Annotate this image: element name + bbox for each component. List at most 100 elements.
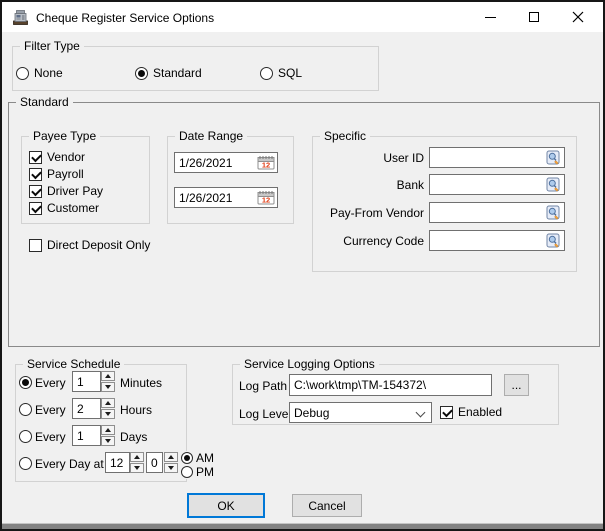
days-value: 1 <box>77 429 84 443</box>
dialog-window: Cheque Register Service Options Filter T… <box>0 0 605 531</box>
standard-radio[interactable] <box>135 67 148 80</box>
svg-text:12: 12 <box>261 161 269 170</box>
browse-button-label: ... <box>511 378 521 392</box>
vendor-checkbox-row[interactable]: Vendor <box>29 150 85 164</box>
every-minutes-radio[interactable] <box>19 376 32 389</box>
log-path-value: C:\work\tmp\TM-154372\ <box>294 378 426 392</box>
hour-value-field[interactable]: 12 <box>105 452 130 473</box>
payroll-checkbox-row[interactable]: Payroll <box>29 167 84 181</box>
hours-spin-down-button[interactable] <box>101 409 115 419</box>
vendor-checkbox[interactable] <box>29 151 42 164</box>
enabled-checkbox[interactable] <box>440 406 453 419</box>
date-to-calendar-button[interactable]: 12 <box>256 190 275 206</box>
sql-radio[interactable] <box>260 67 273 80</box>
days-spin-down-button[interactable] <box>101 436 115 446</box>
every-day-at-prefix: Every Day at <box>35 457 104 471</box>
ok-button[interactable]: OK <box>187 493 265 518</box>
payroll-checkbox-label: Payroll <box>47 167 84 181</box>
log-path-field[interactable]: C:\work\tmp\TM-154372\ <box>289 374 492 396</box>
every-days-radio[interactable] <box>19 430 32 443</box>
hour-spin-down-button[interactable] <box>130 463 144 473</box>
date-from-field[interactable]: 1/26/2021 12 <box>174 152 278 173</box>
none-radio[interactable] <box>16 67 29 80</box>
user-id-label: User ID <box>302 151 424 165</box>
driver-pay-checkbox-row[interactable]: Driver Pay <box>29 184 103 198</box>
log-path-label: Log Path <box>239 379 287 393</box>
pay-from-vendor-field[interactable] <box>429 202 565 223</box>
payee-type-label: Payee Type <box>29 129 100 144</box>
currency-code-lookup-button[interactable] <box>543 233 562 249</box>
pm-option[interactable]: PM <box>179 465 216 479</box>
minute-spin-down-button[interactable] <box>164 463 178 473</box>
user-id-field[interactable] <box>429 147 565 168</box>
pay-from-vendor-lookup-button[interactable] <box>543 205 562 221</box>
minutes-unit-label: Minutes <box>120 376 162 390</box>
cancel-button[interactable]: Cancel <box>292 494 362 517</box>
app-icon <box>11 8 30 27</box>
pm-radio[interactable] <box>181 466 193 478</box>
driver-pay-checkbox[interactable] <box>29 185 42 198</box>
date-from-value: 1/26/2021 <box>179 156 232 170</box>
svg-text:12: 12 <box>261 196 269 205</box>
browse-button[interactable]: ... <box>504 374 529 396</box>
log-level-label: Log Level <box>239 407 291 421</box>
days-spin-up-button[interactable] <box>101 425 115 435</box>
hour-value: 12 <box>110 456 123 470</box>
enabled-checkbox-row[interactable]: Enabled <box>440 405 502 419</box>
user-id-lookup-button[interactable] <box>543 150 562 166</box>
pm-radio-label: PM <box>196 465 214 479</box>
maximize-icon <box>529 12 539 22</box>
days-value-field[interactable]: 1 <box>72 425 101 446</box>
minute-spin-up-button[interactable] <box>164 452 178 462</box>
days-unit-label: Days <box>120 430 147 444</box>
direct-deposit-checkbox[interactable] <box>29 239 42 252</box>
up-arrow-icon <box>134 455 140 459</box>
filter-option-standard[interactable]: Standard <box>135 66 202 80</box>
date-from-calendar-button[interactable]: 12 <box>256 155 275 171</box>
minimize-button[interactable] <box>468 2 512 32</box>
customer-checkbox[interactable] <box>29 202 42 215</box>
hours-value-field[interactable]: 2 <box>72 398 101 419</box>
window-bottom-edge <box>2 523 603 529</box>
filter-option-sql[interactable]: SQL <box>260 66 302 80</box>
am-radio[interactable] <box>181 452 193 464</box>
maximize-button[interactable] <box>512 2 556 32</box>
minute-value-field[interactable]: 0 <box>146 452 163 473</box>
every-days-prefix: Every <box>35 430 66 444</box>
bank-label: Bank <box>302 178 424 192</box>
minutes-value: 1 <box>77 375 84 389</box>
hour-spin-up-button[interactable] <box>130 452 144 462</box>
log-level-dropdown[interactable]: Debug <box>289 402 432 423</box>
every-day-at-radio[interactable] <box>19 457 32 470</box>
hour-spinner <box>130 452 144 473</box>
payroll-checkbox[interactable] <box>29 168 42 181</box>
hours-spinner <box>101 398 115 419</box>
service-logging-label: Service Logging Options <box>240 357 379 372</box>
pay-from-vendor-label: Pay-From Vendor <box>302 206 424 220</box>
customer-checkbox-row[interactable]: Customer <box>29 201 99 215</box>
direct-deposit-checkbox-row[interactable]: Direct Deposit Only <box>29 238 150 252</box>
every-hours-radio[interactable] <box>19 403 32 416</box>
specific-label: Specific <box>320 129 370 144</box>
down-arrow-icon <box>105 412 111 416</box>
sql-radio-label: SQL <box>278 66 302 80</box>
chevron-down-icon <box>416 408 426 418</box>
minutes-spin-down-button[interactable] <box>101 382 115 392</box>
down-arrow-icon <box>105 385 111 389</box>
minute-value: 0 <box>151 456 158 470</box>
bank-lookup-button[interactable] <box>543 177 562 193</box>
titlebar: Cheque Register Service Options <box>2 2 603 32</box>
close-button[interactable] <box>556 2 600 32</box>
minutes-value-field[interactable]: 1 <box>72 371 101 392</box>
minutes-spin-up-button[interactable] <box>101 371 115 381</box>
minimize-icon <box>485 17 496 18</box>
currency-code-field[interactable] <box>429 230 565 251</box>
date-to-field[interactable]: 1/26/2021 12 <box>174 187 278 208</box>
am-option[interactable]: AM <box>179 451 216 465</box>
hours-spin-up-button[interactable] <box>101 398 115 408</box>
filter-option-none[interactable]: None <box>16 66 63 80</box>
bank-field[interactable] <box>429 174 565 195</box>
customer-checkbox-label: Customer <box>47 201 99 215</box>
none-radio-label: None <box>34 66 63 80</box>
date-to-value: 1/26/2021 <box>179 191 232 205</box>
